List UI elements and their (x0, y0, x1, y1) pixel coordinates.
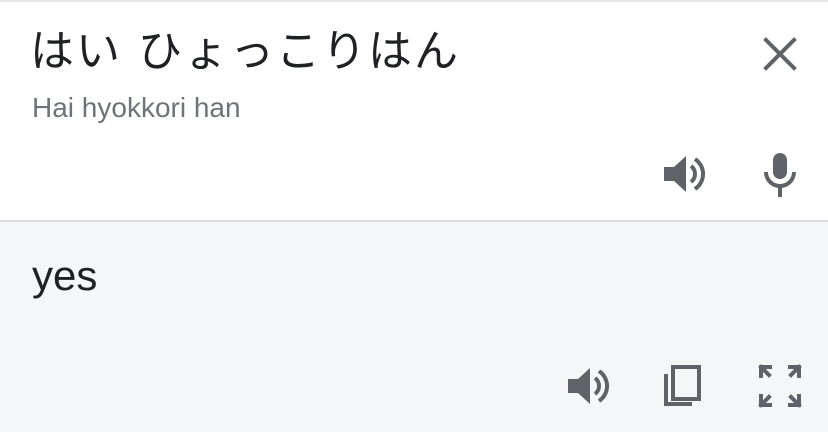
voice-input-button[interactable] (762, 152, 798, 198)
copy-button[interactable] (662, 364, 702, 408)
mic-icon (764, 153, 796, 197)
source-text[interactable]: はい ひょっこりはん (30, 24, 460, 80)
close-icon (763, 37, 797, 71)
fullscreen-button[interactable] (758, 364, 802, 408)
volume-icon (664, 156, 705, 192)
source-listen-button[interactable] (662, 154, 706, 194)
source-romanization: Hai hyokkori han (32, 92, 241, 123)
result-panel: yes (0, 222, 828, 432)
translation-text: yes (32, 252, 98, 299)
translation-listen-button[interactable] (566, 366, 610, 406)
clear-button[interactable] (760, 34, 800, 74)
copy-icon (664, 365, 701, 406)
volume-icon (568, 368, 609, 404)
source-panel: はい ひょっこりはん Hai hyokkori han (0, 2, 828, 220)
fullscreen-icon (758, 364, 802, 408)
translate-card: はい ひょっこりはん Hai hyokkori han yes (0, 0, 828, 432)
